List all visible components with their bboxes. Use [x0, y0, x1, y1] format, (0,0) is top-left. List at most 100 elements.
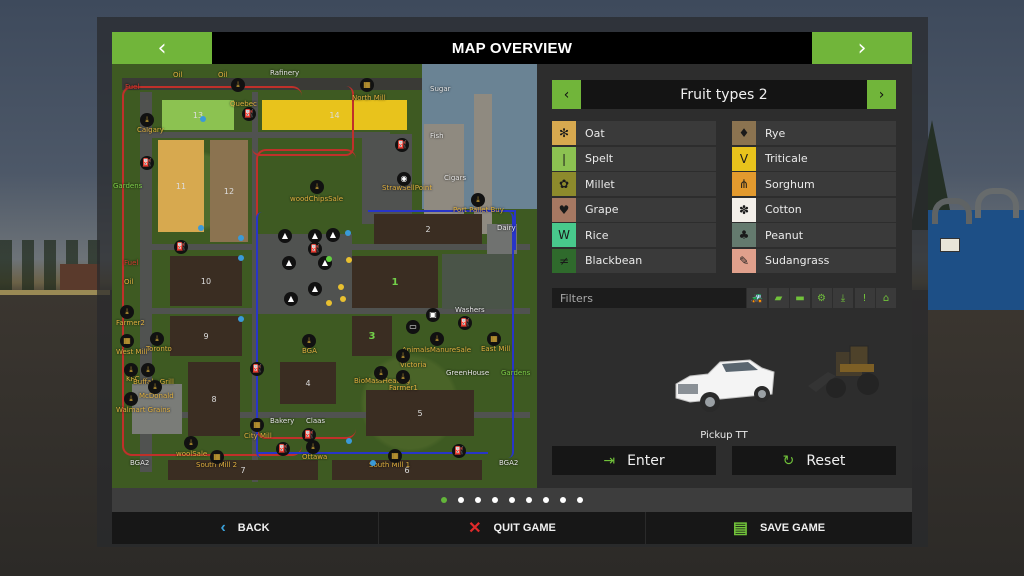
- pickup-truck-image[interactable]: [670, 354, 778, 418]
- map-view[interactable]: 13 14 11 12 2 10 1 9 3 4 8 5 7 6 Oil Oil…: [112, 64, 537, 488]
- filter-tools-button[interactable]: ⚙: [811, 288, 832, 308]
- fruit-type-peanut[interactable]: ♣ Peanut: [732, 223, 896, 247]
- sell-point-icon[interactable]: ⤓: [310, 180, 324, 194]
- vehicle-name: Pickup TT: [700, 430, 748, 441]
- fruit-type-millet[interactable]: ✿ Millet: [552, 172, 716, 196]
- sell-point-icon[interactable]: ⤓: [140, 113, 154, 127]
- page-dot[interactable]: [475, 497, 481, 503]
- prev-page-button[interactable]: ‹: [112, 32, 212, 64]
- sell-point-icon[interactable]: ⤓: [148, 380, 162, 394]
- fuel-station-icon[interactable]: ⛽: [140, 156, 154, 170]
- fruit-type-list: ✻ Oat ♦ Rye ❘ Spelt V Triticale ✿ Millet ⋔ Sorghum ♥…: [552, 121, 896, 273]
- animal-icon[interactable]: ▲: [284, 292, 298, 306]
- fuel-station-icon[interactable]: ⛽: [250, 362, 264, 376]
- quit-game-button[interactable]: ✕ QUIT GAME: [379, 512, 646, 544]
- page-dot[interactable]: [509, 497, 515, 503]
- fuel-station-icon[interactable]: ⛽: [395, 138, 409, 152]
- fruit-type-sudangrass[interactable]: ✎ Sudangrass: [732, 248, 896, 273]
- fruit-type-rye[interactable]: ♦ Rye: [732, 121, 896, 145]
- fruit-type-rice[interactable]: W Rice: [552, 223, 716, 247]
- page-dot[interactable]: [560, 497, 566, 503]
- animal-icon[interactable]: ▲: [308, 282, 322, 296]
- sell-point-icon[interactable]: ⤓: [430, 332, 444, 346]
- fuel-station-icon[interactable]: ⛽: [242, 107, 256, 121]
- sell-point-icon[interactable]: ⤓: [302, 334, 316, 348]
- fuel-station-icon[interactable]: ⛽: [458, 316, 472, 330]
- sell-point-icon[interactable]: ⤓: [374, 366, 388, 380]
- fruit-type-label: Triticale: [765, 152, 808, 165]
- page-dot[interactable]: [526, 497, 532, 503]
- map-field-7[interactable]: 7: [168, 460, 318, 480]
- reset-label: Reset: [806, 452, 846, 469]
- enter-vehicle-button[interactable]: ⇥ Enter: [552, 446, 716, 475]
- fruit-type-label: Oat: [585, 126, 605, 140]
- fruit-type-oat[interactable]: ✻ Oat: [552, 121, 716, 145]
- sell-point-icon[interactable]: ⤓: [184, 436, 198, 450]
- fruit-type-label: Rice: [585, 228, 609, 242]
- wheel-loader-image[interactable]: [806, 342, 886, 404]
- next-page-button[interactable]: ›: [812, 32, 912, 64]
- fuel-station-icon[interactable]: ⛽: [276, 442, 290, 456]
- page-dot[interactable]: [543, 497, 549, 503]
- filter-tractor-button[interactable]: 🚜: [747, 288, 767, 308]
- background-house: [60, 264, 100, 290]
- animal-icon[interactable]: ▲: [278, 229, 292, 243]
- animal-icon[interactable]: ▲: [308, 229, 322, 243]
- animal-icon[interactable]: ▲: [326, 228, 340, 242]
- close-icon: ✕: [468, 520, 482, 537]
- sell-point-icon[interactable]: ⤓: [120, 305, 134, 319]
- mill-icon[interactable]: ▦: [210, 450, 224, 464]
- fruit-type-spelt[interactable]: ❘ Spelt: [552, 146, 716, 171]
- mill-icon[interactable]: ▦: [120, 334, 134, 348]
- sell-point-icon[interactable]: ⤓: [306, 440, 320, 454]
- filter-combine-button[interactable]: ▰: [768, 288, 789, 308]
- page-dot[interactable]: [577, 497, 583, 503]
- sell-point-icon[interactable]: ⤓: [124, 363, 138, 377]
- animal-icon[interactable]: ▲: [282, 256, 296, 270]
- shop-icon[interactable]: ▣: [426, 308, 440, 322]
- sell-point-icon[interactable]: ⤓: [141, 363, 155, 377]
- reset-vehicle-button[interactable]: ↻ Reset: [732, 446, 896, 475]
- straw-icon[interactable]: ◉: [397, 172, 411, 186]
- map-label-greenhouse: GreenHouse: [446, 369, 490, 377]
- map-label-sugar: Sugar: [430, 85, 451, 93]
- fuel-station-icon[interactable]: ⛽: [452, 444, 466, 458]
- sell-point-icon[interactable]: ⤓: [396, 370, 410, 384]
- fuel-station-icon[interactable]: ⛽: [308, 242, 322, 256]
- filter-warning-button[interactable]: !: [854, 288, 875, 308]
- filter-trailer-button[interactable]: ▬: [790, 288, 810, 308]
- sell-point-icon[interactable]: ⤓: [396, 349, 410, 363]
- sell-point-icon[interactable]: ⤓: [231, 78, 245, 92]
- page-dot[interactable]: [492, 497, 498, 503]
- background-pipe: [975, 188, 1019, 218]
- mill-icon[interactable]: ▦: [360, 78, 374, 92]
- player-marker: [326, 256, 332, 262]
- page-dot[interactable]: [441, 497, 447, 503]
- rice-icon: W: [552, 223, 576, 247]
- grape-icon: ♥: [552, 197, 576, 222]
- fruit-types-prev-button[interactable]: ‹: [552, 80, 581, 109]
- fruit-types-next-button[interactable]: ›: [867, 80, 896, 109]
- mill-icon[interactable]: ▦: [388, 449, 402, 463]
- basket-icon[interactable]: ▭: [406, 320, 420, 334]
- vehicle-carousel[interactable]: Pickup TT: [552, 330, 896, 442]
- fuel-station-icon[interactable]: ⛽: [174, 240, 188, 254]
- sell-point-icon[interactable]: ⤓: [471, 193, 485, 207]
- fruit-type-cotton[interactable]: ✽ Cotton: [732, 197, 896, 222]
- enter-label: Enter: [627, 452, 665, 469]
- fruit-type-sorghum[interactable]: ⋔ Sorghum: [732, 172, 896, 196]
- page-dot[interactable]: [458, 497, 464, 503]
- map-label-oil: Oil: [173, 71, 183, 79]
- fruit-type-blackbean[interactable]: ≠ Blackbean: [552, 248, 716, 273]
- sell-point-icon[interactable]: ⤓: [150, 332, 164, 346]
- back-button[interactable]: ‹ BACK: [112, 512, 379, 544]
- filter-selling-point-button[interactable]: ⤓: [833, 288, 853, 308]
- filter-farm-house-button[interactable]: ⌂: [876, 288, 896, 308]
- save-game-button[interactable]: ▤ SAVE GAME: [646, 512, 912, 544]
- mill-icon[interactable]: ▦: [250, 418, 264, 432]
- fruit-type-grape[interactable]: ♥ Grape: [552, 197, 716, 222]
- sell-point-icon[interactable]: ⤓: [124, 392, 138, 406]
- map-label-toronto: Toronto: [146, 345, 172, 353]
- mill-icon[interactable]: ▦: [487, 332, 501, 346]
- fruit-type-triticale[interactable]: V Triticale: [732, 146, 896, 171]
